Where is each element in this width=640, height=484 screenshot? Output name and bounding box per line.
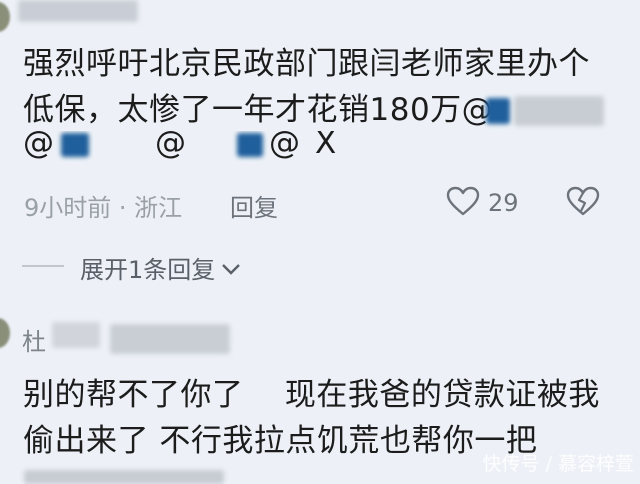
mention-blurred[interactable] (237, 133, 263, 157)
watermark: 快传号 / 慕容梓萱 (482, 453, 634, 475)
mention-symbol: X (315, 131, 337, 161)
avatar[interactable] (0, 2, 10, 32)
mention-symbol: @ (23, 131, 54, 161)
like-button[interactable]: 29 (446, 186, 519, 220)
mention-blurred[interactable] (514, 96, 604, 126)
reply-button[interactable]: 回复 (230, 188, 278, 223)
expand-replies-label: 展开1条回复 (80, 256, 216, 284)
expand-divider (22, 265, 64, 267)
avatar[interactable] (0, 318, 10, 348)
expand-replies-button[interactable]: 展开1条回复 (80, 250, 241, 285)
mention-blurred[interactable] (486, 98, 510, 124)
comment-line-1: 别的帮不了你了 现在我爸的贷款证被我 (23, 377, 600, 413)
comment-time-location: 9小时前 · 浙江 (24, 194, 183, 222)
dislike-button[interactable] (566, 186, 600, 220)
mention-blurred[interactable] (61, 133, 89, 157)
comment-line-3: @ @ @ X (23, 131, 343, 167)
username-blurred[interactable] (110, 324, 230, 354)
heart-outline-icon (446, 186, 480, 220)
chevron-down-icon (221, 254, 241, 282)
mention-symbol: @ (155, 131, 186, 161)
username-fragment[interactable]: 杜 (22, 322, 46, 357)
mention-symbol: @ (269, 131, 300, 161)
username-blurred[interactable] (52, 322, 100, 348)
broken-heart-icon (566, 186, 600, 220)
comment-line-1: 强烈呼吁北京民政部门跟闫老师家里办个 (23, 46, 590, 82)
like-count: 29 (488, 189, 519, 217)
username-blurred[interactable] (18, 0, 138, 22)
